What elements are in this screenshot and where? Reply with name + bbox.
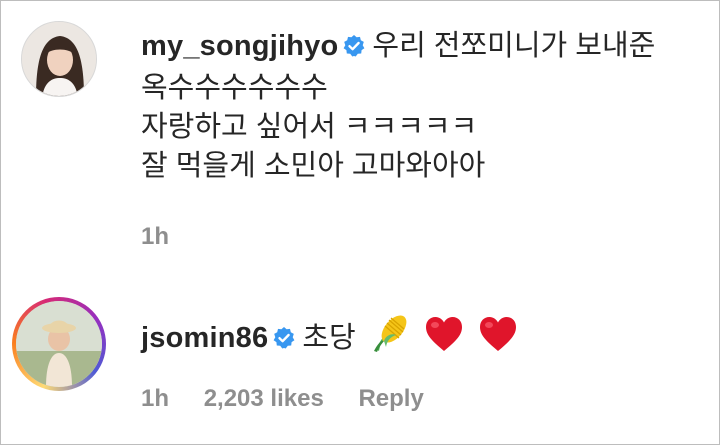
avatar-photo-icon <box>22 22 96 96</box>
comment-username[interactable]: jsomin86 <box>141 322 268 354</box>
corn-icon <box>370 313 410 364</box>
comment-thread: my_songjihyo 우리 전쪼미니가 보내준 옥수수수수수수 자랑하고 싶어… <box>0 0 720 445</box>
avatar-photo-icon <box>16 301 102 387</box>
comment-text-line: 잘 먹을게 소민아 고마와아아 <box>141 150 486 182</box>
red-heart-icon <box>478 315 518 364</box>
red-heart-icon <box>424 315 464 364</box>
comment-timestamp[interactable]: 1h <box>141 223 169 250</box>
avatar[interactable] <box>16 301 102 387</box>
comment-meta: 1h <box>141 223 197 251</box>
verified-badge-icon <box>342 30 366 69</box>
comment-text-line: 자랑하고 싶어서 ㅋㅋㅋㅋㅋ <box>141 111 478 143</box>
comment-likes[interactable]: 2,203 likes <box>204 385 324 412</box>
comment-text: 초당 <box>302 322 356 354</box>
comment-username[interactable]: my_songjihyo <box>141 30 338 62</box>
comment-body: jsomin86 초당 <box>141 313 709 364</box>
verified-badge-icon <box>272 322 296 361</box>
comment-meta: 1h 2,203 likes Reply <box>141 385 452 413</box>
avatar[interactable] <box>21 21 97 97</box>
comment-text-line: 옥수수수수수수 <box>141 72 328 104</box>
reply-button[interactable]: Reply <box>358 385 423 412</box>
comment-body: my_songjihyo 우리 전쪼미니가 보내준 옥수수수수수수 자랑하고 싶어… <box>141 27 709 186</box>
comment-timestamp[interactable]: 1h <box>141 385 169 412</box>
comment-text-line: 우리 전쪼미니가 보내준 <box>372 30 656 62</box>
